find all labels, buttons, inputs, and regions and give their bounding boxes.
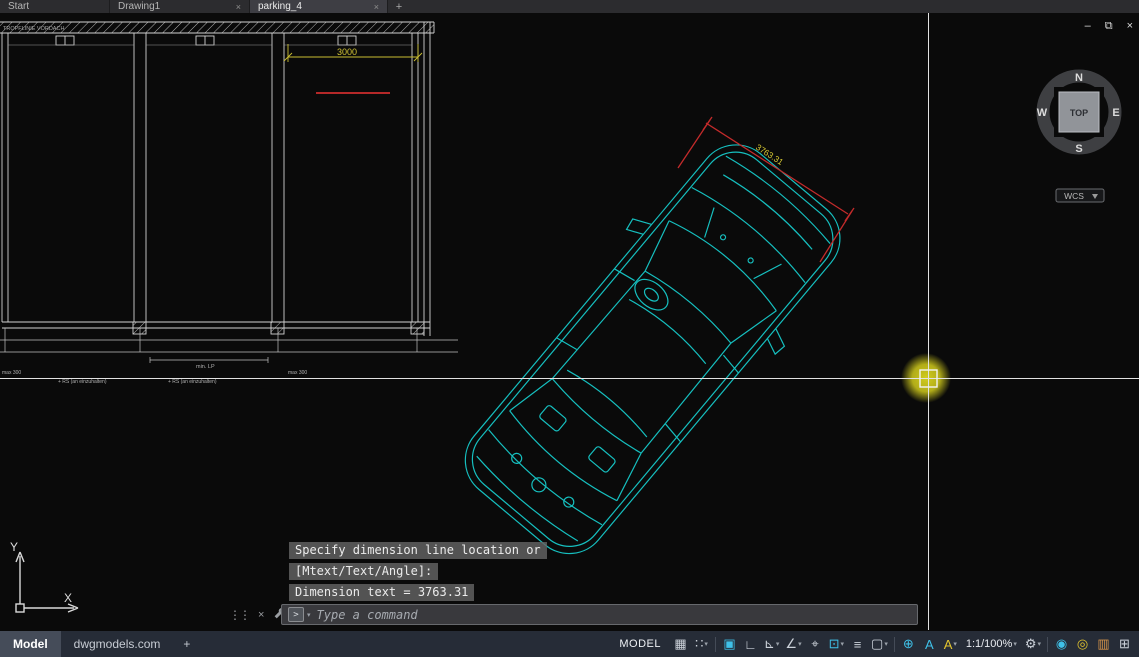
viewcube[interactable]: N W E S TOP WCS [1037, 72, 1120, 202]
object-snap-icon[interactable]: ⊡▾ [826, 631, 847, 657]
plan-dimension-text: 3000 [337, 47, 357, 57]
file-tab-start[interactable]: Start [0, 0, 110, 13]
command-history-line: [Mtext/Text/Angle]: [289, 563, 438, 580]
plan-note-min-lp: min. LP [196, 364, 215, 370]
car-block[interactable] [436, 118, 869, 581]
close-icon[interactable]: × [236, 2, 241, 12]
selection-cycling-icon[interactable]: ⊕ [898, 631, 919, 657]
new-layout-button[interactable]: + [173, 631, 200, 657]
layout-tab-dwgmodels[interactable]: dwgmodels.com [61, 631, 174, 657]
annotation-autoscale-icon[interactable]: A▾ [940, 631, 961, 657]
new-tab-button[interactable]: + [388, 0, 410, 13]
viewcube-east: E [1112, 107, 1119, 119]
isometric-drafting-icon[interactable]: ∠▾ [782, 631, 804, 657]
model-space-viewport[interactable]: TROPFLINIE VORDACH min. LP + RS (an einz… [0, 0, 1139, 657]
graphics-performance-icon[interactable]: ▥ [1093, 631, 1114, 657]
chevron-down-icon: ▾ [953, 640, 957, 648]
annotation-visibility-icon[interactable]: A [919, 631, 940, 657]
wcs-dropdown[interactable]: WCS [1056, 189, 1104, 202]
status-toggles: MODEL ▦ ∷▾ ▣ ∟ ⊾▾ ∠▾ ⌖ ⊡▾ ≡ ▢▾ ⊕ A A▾ 1:… [610, 631, 1139, 657]
chevron-down-icon: ▾ [704, 640, 708, 648]
parking-plan-drawing: TROPFLINIE VORDACH min. LP + RS (an einz… [0, 22, 458, 385]
command-prompt-icon: > [288, 607, 304, 622]
clean-screen-icon[interactable]: ⊞ [1114, 631, 1135, 657]
infer-constraints-icon[interactable]: ▣ [719, 631, 740, 657]
workspace-gear-icon[interactable]: ⚙▾ [1022, 631, 1044, 657]
restore-icon[interactable]: ⧉ [1105, 21, 1113, 32]
viewcube-west: W [1037, 107, 1048, 119]
chevron-down-icon: ▾ [884, 640, 888, 648]
file-tab-label: Drawing1 [118, 1, 160, 12]
chevron-down-icon: ▾ [841, 640, 845, 648]
chevron-down-icon: ▾ [1037, 640, 1041, 648]
window-controls: – ⧉ × [1085, 21, 1133, 32]
grid-display-icon[interactable]: ▦ [670, 631, 691, 657]
object-snap-tracking-icon[interactable]: ⌖ [805, 631, 826, 657]
file-tab-drawing1[interactable]: Drawing1 × [110, 0, 250, 13]
close-icon[interactable]: × [1127, 21, 1133, 32]
file-tab-bar: Start Drawing1 × parking_4 × + [0, 0, 1139, 13]
drag-handle-icon[interactable]: ⋮⋮ [229, 608, 249, 622]
lineweight-icon[interactable]: ≡ [847, 631, 868, 657]
annotation-scale-button[interactable]: 1:1/100%▾ [961, 638, 1022, 650]
file-tab-parking4[interactable]: parking_4 × [250, 0, 388, 13]
ortho-mode-icon[interactable]: ∟ [740, 631, 761, 657]
layout-tabs: Model dwgmodels.com + [0, 631, 200, 657]
close-icon[interactable]: × [374, 2, 379, 12]
close-icon[interactable]: × [258, 609, 264, 621]
plan-note-rs-left: + RS (an einzuhalten) [58, 379, 107, 385]
minimize-icon[interactable]: – [1085, 21, 1091, 32]
plan-top-note: TROPFLINIE VORDACH [3, 26, 64, 32]
command-input[interactable]: > ▾ Type a command [281, 604, 918, 625]
plan-dimension-3000: 3000 [284, 44, 422, 62]
polar-tracking-icon[interactable]: ⊾▾ [761, 631, 782, 657]
autocad-window: Start Drawing1 × parking_4 × + – ⧉ × [0, 0, 1139, 657]
ucs-icon: Y X [10, 540, 78, 612]
isolate-objects-icon[interactable]: ◎ [1072, 631, 1093, 657]
hardware-acceleration-icon[interactable]: ◉ [1051, 631, 1072, 657]
model-space-button[interactable]: MODEL [610, 638, 670, 650]
chevron-down-icon: ▾ [1013, 640, 1017, 648]
file-tab-label: Start [8, 1, 29, 12]
file-tab-label: parking_4 [258, 1, 302, 12]
viewcube-north: N [1075, 72, 1083, 84]
command-history-line: Dimension text = 3763.31 [289, 584, 474, 601]
command-history-line: Specify dimension line location or [289, 542, 547, 559]
plan-note-max-right: max 300 [288, 370, 307, 376]
command-history: Specify dimension line location or [Mtex… [289, 542, 547, 605]
plan-note-max-left: max 300 [2, 370, 21, 376]
command-bar-tools: ⋮⋮ × [229, 607, 286, 623]
layout-tab-model[interactable]: Model [0, 631, 61, 657]
transparency-icon[interactable]: ▢▾ [868, 631, 891, 657]
snap-mode-icon[interactable]: ∷▾ [691, 631, 712, 657]
plan-note-rs-right: + RS (an einzuhalten) [168, 379, 217, 385]
viewcube-face-label: TOP [1070, 108, 1088, 118]
command-input-placeholder: Type a command [317, 608, 418, 622]
chevron-down-icon: ▾ [798, 640, 802, 648]
chevron-down-icon[interactable]: ▾ [307, 611, 311, 619]
ucs-x-label: X [64, 591, 72, 605]
status-bar: Model dwgmodels.com + MODEL ▦ ∷▾ ▣ ∟ ⊾▾ … [0, 631, 1139, 657]
ucs-y-label: Y [10, 540, 18, 554]
viewcube-south: S [1075, 143, 1082, 155]
wcs-label: WCS [1064, 191, 1084, 201]
chevron-down-icon: ▾ [776, 640, 780, 648]
